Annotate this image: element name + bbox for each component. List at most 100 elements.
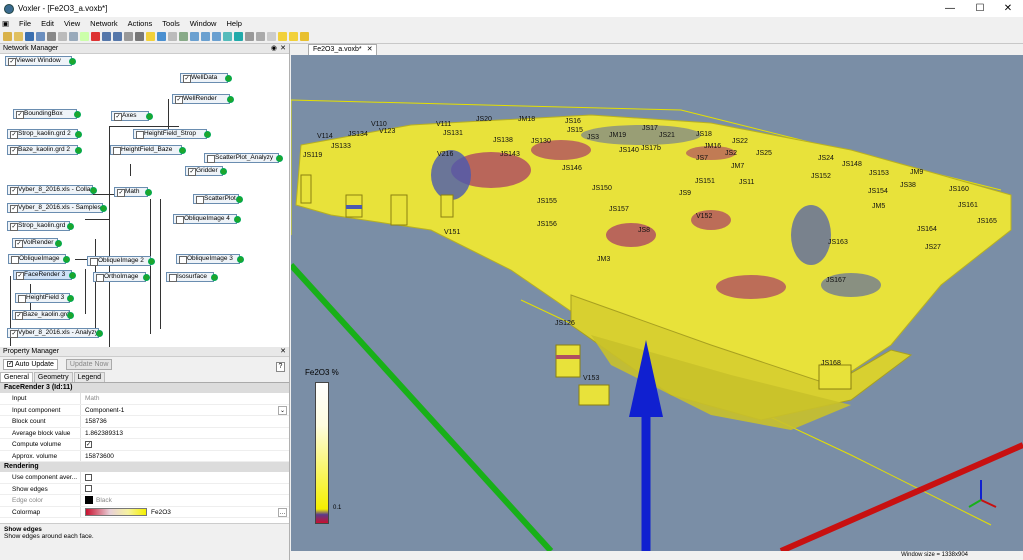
minimize-button[interactable]: — (935, 0, 965, 17)
scale-tool-icon[interactable] (289, 31, 298, 41)
view-top-icon[interactable] (190, 31, 199, 41)
node-vyber-samples[interactable]: Vyber_8_2016.xls - Samples (7, 203, 107, 213)
use-component-average-checkbox[interactable] (85, 473, 92, 481)
compute-volume-checkbox[interactable]: ✓ (85, 440, 92, 448)
view-front-icon[interactable] (201, 31, 210, 41)
node-scatterplot[interactable]: ScatterPlot (193, 194, 243, 204)
node-obliqueimage-4[interactable]: ObliqueImage 4 (173, 214, 241, 224)
node-port[interactable] (67, 312, 74, 319)
node-orthoimage[interactable]: OrthoImage (93, 272, 150, 282)
doc-menu-icon[interactable]: ▣ (0, 19, 14, 28)
node-port[interactable] (63, 256, 70, 263)
menu-file[interactable]: File (14, 19, 36, 28)
node-boundingbox[interactable]: BoundingBox (13, 109, 81, 119)
update-now-button[interactable]: Update Now (65, 358, 113, 370)
edge-color-picker[interactable]: Black (80, 495, 289, 506)
node-port[interactable] (237, 256, 244, 263)
node-port[interactable] (69, 272, 76, 279)
3d-viewport[interactable]: V114 JS134 V110 V123 V111 JS131 JS20 JM1… (291, 55, 1023, 551)
new-icon[interactable] (3, 31, 12, 41)
node-port[interactable] (234, 216, 241, 223)
node-isosurface[interactable]: Isosurface (166, 272, 218, 282)
rotate-icon[interactable] (256, 31, 265, 41)
menu-view[interactable]: View (59, 19, 85, 28)
show-edges-checkbox[interactable] (85, 485, 92, 493)
node-port[interactable] (204, 131, 211, 138)
zoom-icon[interactable] (245, 31, 254, 41)
node-obliqueimage-3[interactable]: ObliqueImage 3 (176, 254, 244, 264)
node-port[interactable] (90, 187, 97, 194)
select-icon[interactable] (124, 31, 133, 41)
node-port[interactable] (179, 147, 186, 154)
node-port[interactable] (74, 111, 81, 118)
node-port[interactable] (227, 96, 234, 103)
node-obliqueimage-2[interactable]: ObliqueImage 2 (87, 256, 155, 266)
tab-geometry[interactable]: Geometry (33, 372, 73, 382)
link-icon[interactable] (146, 31, 155, 41)
view-side-icon[interactable] (212, 31, 221, 41)
node-port[interactable] (220, 168, 227, 175)
node-wellrender[interactable]: WellRender (172, 94, 234, 104)
undo-icon[interactable] (102, 31, 111, 41)
menu-edit[interactable]: Edit (36, 19, 59, 28)
copy-icon[interactable] (69, 31, 78, 41)
view-icon[interactable] (179, 31, 188, 41)
tab-legend[interactable]: Legend (73, 372, 105, 382)
node-port[interactable] (276, 155, 283, 162)
node-port[interactable] (67, 223, 74, 230)
import-icon[interactable] (36, 31, 45, 41)
maximize-button[interactable]: ☐ (965, 0, 995, 17)
menu-window[interactable]: Window (185, 19, 222, 28)
input-component-select[interactable]: Component-1 ⌄ (80, 404, 289, 415)
lock-icon[interactable] (300, 31, 309, 41)
redo-icon[interactable] (113, 31, 122, 41)
node-baze-kaolin-2[interactable]: Baze_kaolin.grd 2 (7, 145, 82, 155)
close-panel-icon[interactable]: ✕ (280, 347, 286, 357)
close-panel-icon[interactable]: ✕ (280, 44, 286, 54)
node-vyber-analyzy[interactable]: Vyber_8_2016.xls - Analyzy (7, 328, 103, 338)
node-axes[interactable]: Axes (111, 111, 153, 121)
node-port[interactable] (211, 274, 218, 281)
view-iso-icon[interactable] (223, 31, 232, 41)
menu-actions[interactable]: Actions (123, 19, 158, 28)
node-scatterplot-analyzy[interactable]: ScatterPlot_Analyzy (204, 153, 283, 163)
close-tab-icon[interactable]: ✕ (367, 45, 373, 55)
node-port[interactable] (55, 240, 62, 247)
document-tab[interactable]: Fe2O3_a.voxb* ✕ (308, 44, 377, 55)
node-port[interactable] (75, 147, 82, 154)
node-port[interactable] (75, 131, 82, 138)
delete-icon[interactable] (91, 31, 100, 41)
pan-icon[interactable] (135, 31, 144, 41)
node-strop-kaolin-2[interactable]: Strop_kaolin.grd 2 (7, 129, 82, 139)
node-heightfield-baze[interactable]: HeightField_Baze (110, 145, 186, 155)
chevron-down-icon[interactable]: ⌄ (278, 405, 287, 415)
pin-icon[interactable]: ◉ (271, 44, 277, 54)
info-icon[interactable] (157, 31, 166, 41)
menu-tools[interactable]: Tools (157, 19, 185, 28)
node-port[interactable] (146, 113, 153, 120)
node-welldata[interactable]: WellData (180, 73, 232, 83)
node-facerender-3[interactable]: FaceRender 3 (13, 270, 76, 280)
node-port[interactable] (236, 196, 243, 203)
node-volrender[interactable]: VolRender (12, 238, 62, 248)
open-icon[interactable] (14, 31, 23, 41)
node-port[interactable] (225, 75, 232, 82)
close-button[interactable]: ✕ (993, 0, 1023, 17)
auto-update-toggle[interactable]: ✓ Auto Update (3, 358, 58, 370)
save-icon[interactable] (25, 31, 34, 41)
tab-general[interactable]: General (0, 372, 33, 382)
node-port[interactable] (67, 295, 74, 302)
paste-icon[interactable] (80, 31, 89, 41)
node-baze-kaolin[interactable]: Baze_kaolin.grd (12, 310, 74, 320)
ellipsis-icon[interactable]: … (278, 507, 287, 517)
print-icon[interactable] (47, 31, 56, 41)
node-heightfield-3[interactable]: HeightField 3 (15, 293, 74, 303)
node-viewer-window[interactable]: Viewer Window (5, 56, 76, 66)
node-port[interactable] (69, 58, 76, 65)
menu-help[interactable]: Help (221, 19, 246, 28)
light-icon[interactable] (267, 31, 276, 41)
node-gridder[interactable]: Gridder (185, 166, 227, 176)
node-port[interactable] (143, 274, 150, 281)
node-heightfield-strop[interactable]: HeightField_Strop (133, 129, 211, 139)
node-port[interactable] (145, 189, 152, 196)
